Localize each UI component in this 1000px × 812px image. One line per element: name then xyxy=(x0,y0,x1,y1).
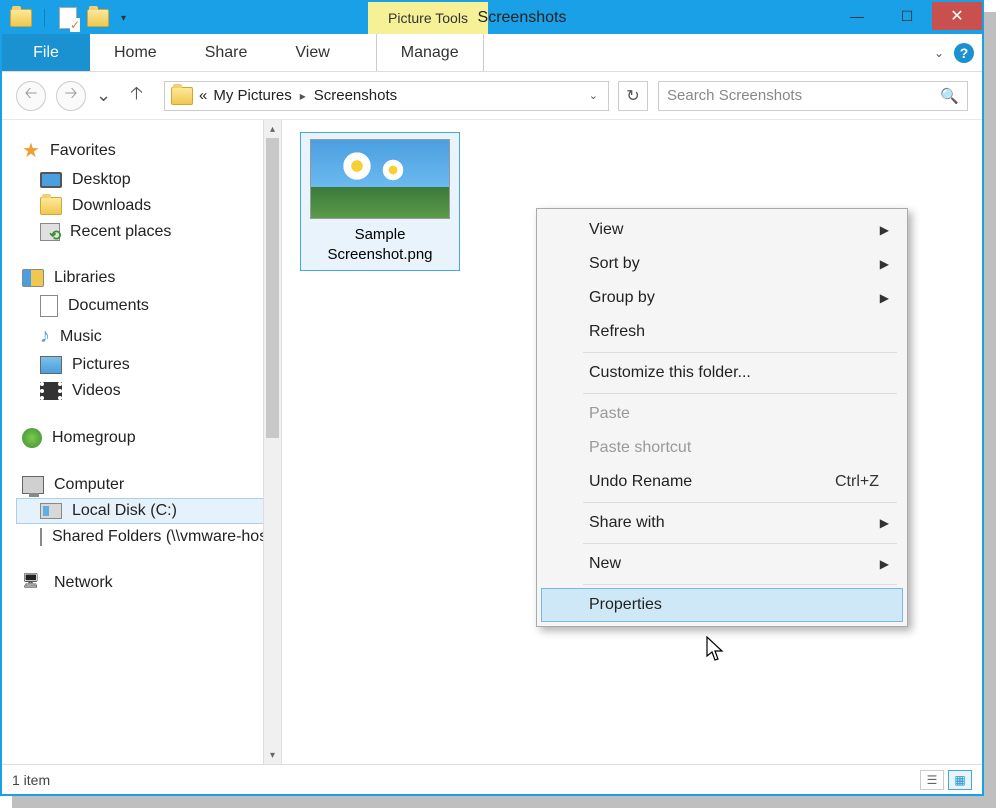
tab-share[interactable]: Share xyxy=(181,34,272,71)
icons-view-button[interactable]: ▦ xyxy=(948,770,972,790)
file-thumbnail xyxy=(310,139,450,219)
breadcrumb-seg-1[interactable]: My Pictures xyxy=(213,87,291,104)
menu-separator xyxy=(583,352,897,353)
status-bar: 1 item ☰ ▦ xyxy=(2,764,982,794)
menu-separator xyxy=(583,584,897,585)
navigation-pane: ★Favorites Desktop Downloads Recent plac… xyxy=(2,120,282,764)
up-button[interactable]: 🡡 xyxy=(130,81,154,111)
submenu-arrow-icon: ▶ xyxy=(880,291,889,305)
sidebar-item-recent[interactable]: Recent places xyxy=(16,219,281,245)
breadcrumb-prefix: « xyxy=(199,87,207,104)
sidebar-item-downloads[interactable]: Downloads xyxy=(16,193,281,219)
submenu-arrow-icon: ▶ xyxy=(880,516,889,530)
document-icon xyxy=(40,295,58,317)
videos-icon xyxy=(40,382,62,400)
menu-new[interactable]: New▶ xyxy=(541,547,903,581)
menu-view[interactable]: View▶ xyxy=(541,213,903,247)
item-count: 1 item xyxy=(12,772,50,788)
minimize-button[interactable]: — xyxy=(832,2,882,30)
context-menu: View▶ Sort by▶ Group by▶ Refresh Customi… xyxy=(536,208,908,627)
scroll-up-icon[interactable]: ▴ xyxy=(264,120,281,138)
menu-sort-by[interactable]: Sort by▶ xyxy=(541,247,903,281)
refresh-button[interactable]: ↻ xyxy=(618,81,648,111)
sidebar-scrollbar[interactable]: ▴ ▾ xyxy=(263,120,281,764)
desktop-icon xyxy=(40,172,62,188)
disk-icon xyxy=(40,503,62,519)
submenu-arrow-icon: ▶ xyxy=(880,557,889,571)
titlebar: ▾ Picture Tools Screenshots — ☐ ✕ xyxy=(2,2,982,34)
file-tab[interactable]: File xyxy=(2,34,90,71)
folder-icon xyxy=(171,87,193,105)
sidebar-item-pictures[interactable]: Pictures xyxy=(16,352,281,378)
menu-customize-folder[interactable]: Customize this folder... xyxy=(541,356,903,390)
new-folder-icon[interactable] xyxy=(87,7,109,29)
sidebar-item-desktop[interactable]: Desktop xyxy=(16,167,281,193)
menu-undo-rename[interactable]: Undo RenameCtrl+Z xyxy=(541,465,903,499)
sidebar-network-header[interactable]: Network xyxy=(16,570,281,596)
sidebar-item-music[interactable]: ♪Music xyxy=(16,321,281,352)
submenu-arrow-icon: ▶ xyxy=(880,257,889,271)
menu-refresh[interactable]: Refresh xyxy=(541,315,903,349)
ribbon: File Home Share View Manage ⌄ ? xyxy=(2,34,982,72)
submenu-arrow-icon: ▶ xyxy=(880,223,889,237)
music-icon: ♪ xyxy=(40,325,50,348)
computer-icon xyxy=(22,476,44,494)
breadcrumb-seg-2[interactable]: Screenshots xyxy=(314,87,397,104)
search-placeholder: Search Screenshots xyxy=(667,87,802,104)
folder-icon xyxy=(40,197,62,215)
star-icon: ★ xyxy=(22,138,40,163)
address-row: 🡠 🡢 ⌄ 🡡 « My Pictures ▸ Screenshots ⌄ ↻ … xyxy=(2,72,982,120)
menu-separator xyxy=(583,502,897,503)
back-button[interactable]: 🡠 xyxy=(16,81,46,111)
scroll-down-icon[interactable]: ▾ xyxy=(264,746,281,764)
menu-separator xyxy=(583,393,897,394)
recent-icon xyxy=(40,223,60,241)
details-view-button[interactable]: ☰ xyxy=(920,770,944,790)
help-button[interactable]: ? xyxy=(954,43,974,63)
network-drive-icon xyxy=(40,528,42,546)
menu-paste-shortcut: Paste shortcut xyxy=(541,431,903,465)
qat-dropdown-icon[interactable]: ▾ xyxy=(121,13,126,24)
search-icon: 🔍 xyxy=(940,87,959,105)
address-bar[interactable]: « My Pictures ▸ Screenshots ⌄ xyxy=(164,81,609,111)
sidebar-item-documents[interactable]: Documents xyxy=(16,291,281,321)
sidebar-favorites-header[interactable]: ★Favorites xyxy=(16,134,281,167)
menu-group-by[interactable]: Group by▶ xyxy=(541,281,903,315)
search-input[interactable]: Search Screenshots 🔍 xyxy=(658,81,968,111)
close-button[interactable]: ✕ xyxy=(932,2,982,30)
menu-properties[interactable]: Properties xyxy=(541,588,903,622)
scroll-thumb[interactable] xyxy=(266,138,279,438)
quick-access-toolbar: ▾ xyxy=(2,7,126,29)
forward-button[interactable]: 🡢 xyxy=(56,81,86,111)
properties-icon[interactable] xyxy=(57,7,79,29)
file-name: Sample Screenshot.png xyxy=(307,225,453,264)
pictures-icon xyxy=(40,356,62,374)
sidebar-item-shared-folders[interactable]: Shared Folders (\\vmware-host) (Z:) xyxy=(16,524,281,550)
homegroup-icon xyxy=(22,428,42,448)
libraries-icon xyxy=(22,269,44,287)
tab-manage[interactable]: Manage xyxy=(376,34,484,71)
tab-view[interactable]: View xyxy=(271,34,353,71)
menu-share-with[interactable]: Share with▶ xyxy=(541,506,903,540)
sidebar-homegroup-header[interactable]: Homegroup xyxy=(16,424,281,452)
contextual-tab-label: Picture Tools xyxy=(368,2,488,34)
address-dropdown-icon[interactable]: ⌄ xyxy=(585,89,602,102)
app-icon[interactable] xyxy=(10,7,32,29)
sidebar-computer-header[interactable]: Computer xyxy=(16,472,281,498)
network-icon xyxy=(22,574,44,592)
tab-home[interactable]: Home xyxy=(90,34,181,71)
sidebar-libraries-header[interactable]: Libraries xyxy=(16,265,281,291)
maximize-button[interactable]: ☐ xyxy=(882,2,932,30)
ribbon-expand-icon[interactable]: ⌄ xyxy=(934,46,944,60)
chevron-right-icon[interactable]: ▸ xyxy=(298,89,308,103)
menu-separator xyxy=(583,543,897,544)
sidebar-item-local-disk[interactable]: Local Disk (C:) xyxy=(16,498,281,524)
shortcut-label: Ctrl+Z xyxy=(835,473,879,491)
sidebar-item-videos[interactable]: Videos xyxy=(16,378,281,404)
history-dropdown-icon[interactable]: ⌄ xyxy=(96,85,120,106)
file-item[interactable]: Sample Screenshot.png xyxy=(300,132,460,271)
menu-paste: Paste xyxy=(541,397,903,431)
